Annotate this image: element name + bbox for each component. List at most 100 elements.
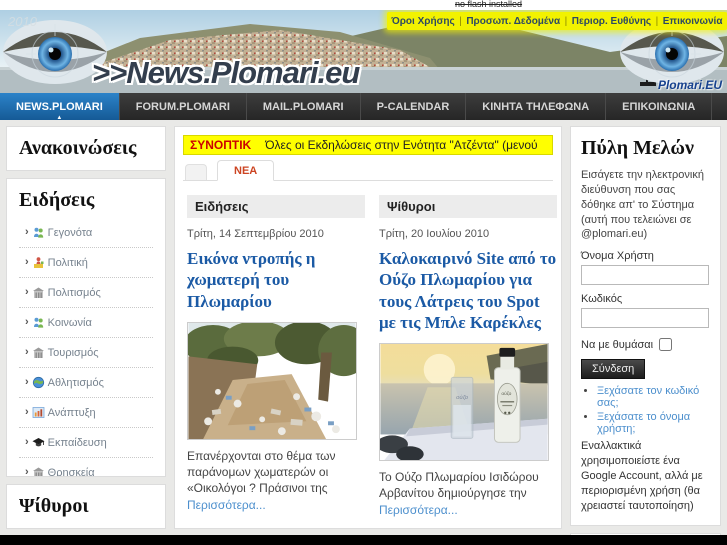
category-education[interactable]: › Εκπαίδευση [19,428,153,458]
bullet-arrow-icon: › [25,316,29,328]
bullet-arrow-icon: › [25,256,29,268]
left-sidebar: Ανακοινώσεις Ειδήσεις › Γεγονότα › Πολιτ… [6,126,166,529]
bullet-arrow-icon: › [25,286,29,298]
tab-row: ΝΕΑ [183,157,553,181]
read-more-link[interactable]: Περισσότερα... [187,498,266,512]
bullet-arrow-icon: › [25,346,29,358]
menu-terms-link[interactable]: Όροι Χρήσης [392,16,455,27]
article-date: Τρίτη, 20 Ιουλίου 2010 [379,228,490,240]
site-logo[interactable]: >>News.Plomari.eu [92,55,360,91]
member-portal-title: Πύλη Μελών [581,137,694,159]
menu-liability-link[interactable]: Περιορ. Ευθύνης [572,16,651,27]
politics-icon [32,256,45,269]
main-navigation: NEWS.PLOMARI FORUM.PLOMARI MAIL.PLOMARI … [0,93,727,120]
read-more-link[interactable]: Περισσότερα... [379,503,458,517]
nav-p-calendar[interactable]: P-CALENDAR [361,93,467,120]
category-sports[interactable]: › Αθλητισμός [19,368,153,398]
chart-icon [32,406,45,419]
news-categories-title: Ειδήσεις [19,189,95,211]
year-overlay: 2010 [8,14,37,29]
menu-privacy-link[interactable]: Προσωπ. Δεδομένα [466,16,560,27]
username-label: Όνομα Χρήστη [581,250,654,263]
graduation-cap-icon [32,436,45,449]
bullet-arrow-icon: › [25,466,29,477]
menu-separator: | [655,15,659,27]
remember-me-row: Να με θυμάσαι [581,338,710,352]
site-header: 2010 Όροι Χρήσης | Προσωπ. Δεδομένα | Περι… [0,10,727,93]
news-columns: Ειδήσεις Τρίτη, 14 Σεπτεμβρίου 2010 Εικό… [183,195,557,528]
ticker-text: Όλες οι Εκδηλώσεις στην Ενότητα "Ατζέντα… [265,138,538,152]
remember-me-checkbox[interactable] [659,338,673,352]
nav-news-plomari[interactable]: NEWS.PLOMARI [0,93,120,120]
whispers-module: Ψίθυροι [6,484,166,529]
password-label: Κωδικός [581,293,623,306]
tab-stub[interactable] [185,164,207,180]
building-icon [32,466,45,476]
flash-placeholder: no flash installed [0,0,727,10]
forgot-links: Ξεχάσατε τον κωδικό σας; Ξεχάσατε το όνο… [597,385,710,435]
category-culture[interactable]: › Πολιτισμός [19,278,153,308]
forgot-username-link[interactable]: Ξεχάσατε το όνομα χρήστη; [597,411,710,435]
bullet-arrow-icon: › [25,226,29,238]
menu-contact-link[interactable]: Επικοινωνία [663,16,723,27]
news-ticker[interactable]: ΣΥΝΟΠΤΙΚ Όλες οι Εκδηλώσεις στην Ενότητα… [183,135,553,155]
bullet-arrow-icon: › [25,436,29,448]
category-development[interactable]: › Ανάπτυξη [19,398,153,428]
menu-separator: | [564,15,568,27]
legal-menu: Όροι Χρήσης | Προσωπ. Δεδομένα | Περιορ. Ε… [387,12,727,30]
flash-notice-text: no flash installed [455,0,523,9]
column-header: Ειδήσεις [187,195,365,218]
boat [640,82,656,86]
people-icon [32,226,45,239]
news-column-psithyroi: Ψίθυροι Τρίτη, 20 Ιουλίου 2010 Καλοκαιρι… [379,195,557,528]
category-society[interactable]: › Κοινωνία [19,308,153,338]
main-column: ΣΥΝΟΠΤΙΚ Όλες οι Εκδηλώσεις στην Ενότητα… [174,126,562,529]
announcements-module: Ανακοινώσεις [6,126,166,171]
submissions-module: Υποβολές › Σύνδεση και Υποβολή [570,533,721,535]
announcements-title: Ανακοινώσεις [19,137,137,159]
news-column-eidiseis: Ειδήσεις Τρίτη, 14 Σεπτεμβρίου 2010 Εικό… [187,195,365,528]
article-date: Τρίτη, 14 Σεπτεμβρίου 2010 [187,228,324,240]
ouzo-glass: ούζο [450,376,474,439]
globe-icon [32,376,45,389]
article-excerpt: Επανέρχονται στο θέμα των παράνομων χωμα… [187,448,336,496]
nav-mail-plomari[interactable]: MAIL.PLOMARI [247,93,361,120]
news-categories-module: Ειδήσεις › Γεγονότα › Πολιτική › Πολιτισ… [6,178,166,477]
member-login-module: Πύλη Μελών Εισάγετε την ηλεκτρονική διεύ… [570,126,721,527]
building-icon [32,346,45,359]
google-account-note: Εναλλακτικά χρησιμοποιείστε ένα Google A… [581,440,703,512]
category-tourism[interactable]: › Τουρισμός [19,338,153,368]
article-excerpt: Το Ούζο Πλωμαρίου Ισιδώρου Αρβανίτου δημ… [379,470,539,501]
tab-nea[interactable]: ΝΕΑ [217,160,275,181]
people-icon [32,316,45,329]
username-input[interactable] [581,265,709,286]
ouzo-article-image: ούζο ούζο [379,343,549,461]
svg-text:ούζο: ούζο [456,394,469,401]
remember-me-label: Να με θυμάσαι [581,338,654,351]
right-sidebar: Πύλη Μελών Εισάγετε την ηλεκτρονική διεύ… [570,126,721,535]
column-header: Ψίθυροι [379,195,557,218]
landfill-article-image [187,321,357,440]
bullet-arrow-icon: › [25,406,29,418]
svg-text:ούζο: ούζο [501,390,511,397]
ticker-label: ΣΥΝΟΠΤΙΚ [190,138,252,152]
forgot-password-link[interactable]: Ξεχάσατε τον κωδικό σας; [597,385,710,409]
nav-mobile-phones[interactable]: ΚΙΝΗΤΑ ΤΗΛΕΦΩΝΑ [466,93,607,120]
login-button[interactable]: Σύνδεση [581,359,646,380]
login-instructions: Εισάγετε την ηλεκτρονική διεύθυνση που σ… [581,169,704,241]
brand-label: Plomari.EU [657,78,722,92]
menu-separator: | [459,15,462,27]
article-title-link[interactable]: Εικόνα ντροπής η χωματερή του Πλωμαρίου [187,248,365,312]
password-input[interactable] [581,308,709,329]
nav-forum-plomari[interactable]: FORUM.PLOMARI [120,93,247,120]
nav-contact[interactable]: ΕΠΙΚΟΙΝΩΝΙΑ [606,93,713,120]
article-title-link[interactable]: Καλοκαιρινό Site από το Ούζο Πλωμαρίου γ… [379,248,557,333]
footer-strip [0,535,727,545]
building-icon [32,286,45,299]
category-politics[interactable]: › Πολιτική [19,248,153,278]
category-list: › Γεγονότα › Πολιτική › Πολιτισμός › Κοι… [19,218,153,477]
category-religion[interactable]: › Θρησκεία [19,458,153,477]
content-area: Ανακοινώσεις Ειδήσεις › Γεγονότα › Πολιτ… [0,120,727,535]
whispers-title: Ψίθυροι [19,495,89,517]
category-events[interactable]: › Γεγονότα [19,218,153,248]
